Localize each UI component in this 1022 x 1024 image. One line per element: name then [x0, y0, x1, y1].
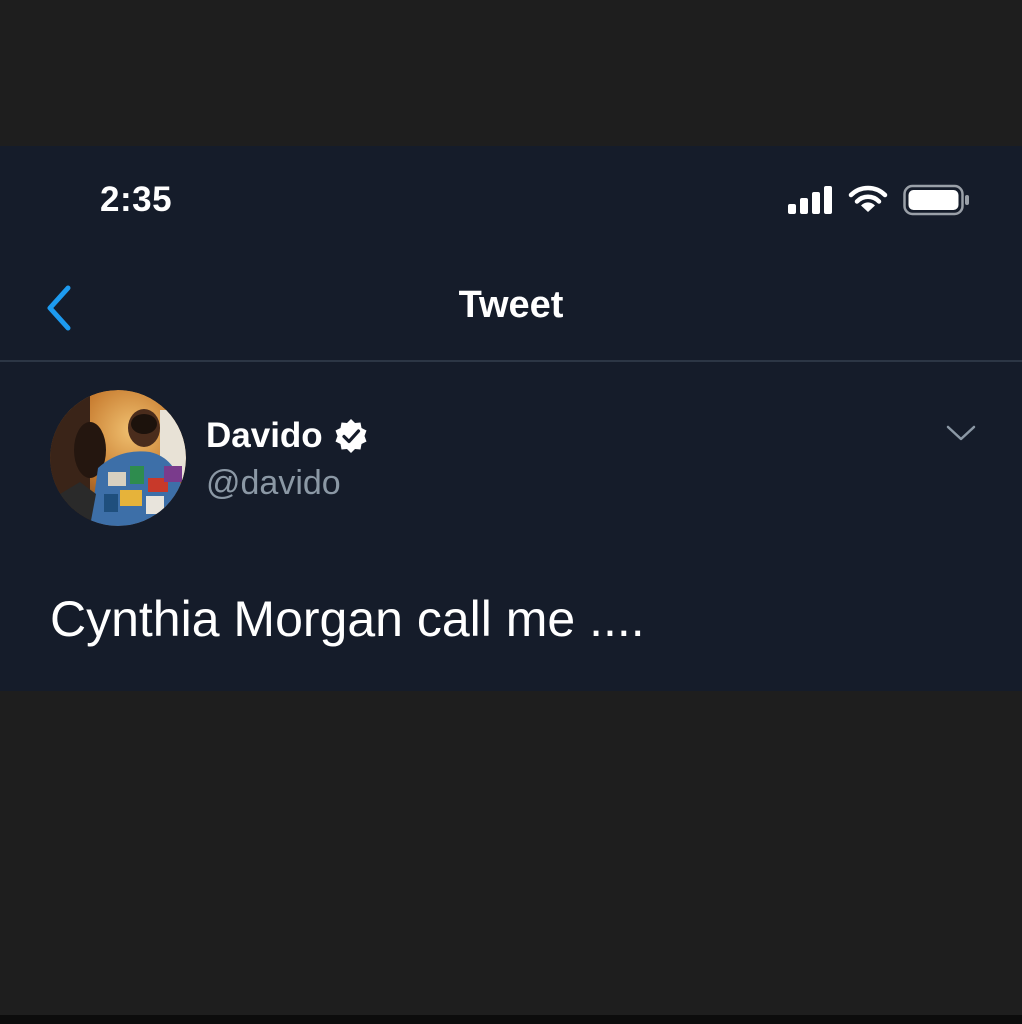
display-name-row: Davido [206, 414, 369, 458]
navigation-bar: Tweet [0, 256, 1022, 362]
status-time: 2:35 [100, 180, 173, 219]
display-name[interactable]: Davido [206, 416, 323, 456]
avatar[interactable] [50, 390, 186, 526]
signal-icon [788, 186, 832, 214]
letterbox-top [0, 0, 1022, 146]
page-title: Tweet [458, 284, 564, 326]
letterbox-bottom-edge [0, 1015, 1022, 1024]
status-bar: 2:35 [0, 146, 1022, 256]
tweet-text: Cynthia Morgan call me .... [50, 591, 645, 647]
phone-screen: 2:35 Tweet Davido @davido Cynthia Morgan… [0, 146, 1022, 691]
user-handle[interactable]: @davido [206, 464, 341, 503]
chevron-down-icon[interactable] [944, 420, 978, 446]
verified-badge-icon [335, 419, 367, 453]
wifi-icon [848, 185, 888, 212]
battery-icon [903, 184, 969, 216]
tweet-card: Davido @davido Cynthia Morgan call me ..… [0, 362, 1022, 691]
